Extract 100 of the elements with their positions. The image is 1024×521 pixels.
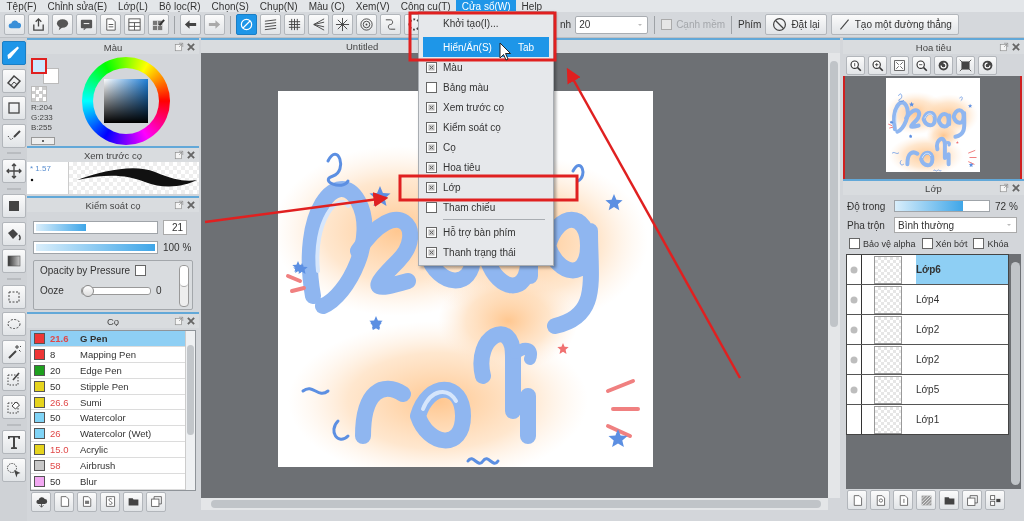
brush-size-slider[interactable] [33, 221, 158, 234]
tool-button[interactable] [1, 41, 26, 65]
snap-mode-button[interactable] [284, 14, 305, 35]
brush-row[interactable]: 20 Edge Pen [31, 362, 185, 379]
menu-item[interactable]: Kiểm soát cọ [419, 117, 553, 137]
scrollbar[interactable] [185, 331, 195, 490]
close-icon[interactable] [186, 150, 196, 160]
menu-item[interactable]: Chọn(S) [206, 0, 255, 12]
layer-row[interactable]: Lớp1 [847, 405, 1008, 434]
reset-button[interactable]: Đặt lại [765, 14, 827, 35]
brush-row[interactable]: 58 Airbrush [31, 458, 185, 474]
tool-button[interactable] [1, 158, 26, 183]
float-window-icon[interactable] [999, 183, 1009, 193]
snap-mode-button[interactable] [356, 14, 377, 35]
checkbox[interactable] [425, 121, 437, 133]
document-menu-button[interactable] [77, 491, 97, 512]
menu-item[interactable]: Màu (C) [303, 0, 351, 12]
close-icon[interactable] [1011, 183, 1021, 193]
close-icon[interactable] [186, 42, 196, 52]
cloud-download-button[interactable] [31, 491, 51, 512]
menu-item[interactable]: Chỉnh sửa(E) [42, 0, 113, 12]
visibility-dot-icon[interactable] [850, 355, 858, 364]
menu-item[interactable]: Lớp [419, 177, 553, 197]
layer-row[interactable]: Lớp4 [847, 285, 1008, 315]
checkbox[interactable] [425, 226, 437, 238]
zoom-out-button[interactable] [912, 55, 931, 75]
zoom-in-button[interactable] [868, 55, 887, 75]
checkbox[interactable] [425, 141, 437, 153]
tool-button[interactable] [1, 221, 26, 246]
zoom-reset-button[interactable] [846, 55, 865, 75]
checkbox[interactable] [425, 161, 437, 173]
slider-thumb[interactable] [82, 284, 94, 297]
snap-mode-button[interactable] [308, 14, 329, 35]
comment-button[interactable] [76, 14, 97, 35]
menu-item[interactable]: Chụp(N) [254, 0, 304, 12]
layer-row[interactable]: Lớp5 [847, 375, 1008, 405]
menu-item[interactable]: Tham chiếu [419, 197, 553, 217]
layer-opacity-slider[interactable] [894, 200, 990, 212]
tool-button[interactable] [1, 249, 26, 274]
brush-row[interactable]: 26 Watercolor (Wet) [31, 426, 185, 443]
snap-mode-button[interactable] [332, 14, 353, 35]
menu-item[interactable]: Màu [419, 57, 553, 77]
close-icon[interactable] [186, 316, 196, 326]
checkbox[interactable] [425, 246, 437, 258]
menu-item[interactable]: Tệp(F) [1, 0, 42, 12]
scrollbar[interactable] [179, 265, 189, 307]
tool-button[interactable] [1, 96, 26, 121]
menu-item[interactable]: Hỗ trợ bàn phím [419, 222, 553, 242]
checkbox[interactable] [425, 181, 437, 193]
transparent-swatch[interactable] [31, 86, 47, 102]
duplicate-button[interactable] [962, 490, 982, 510]
checkbox[interactable] [425, 101, 437, 113]
float-window-icon[interactable] [174, 316, 184, 326]
checkbox[interactable] [921, 238, 933, 249]
menu-item[interactable]: Khởi tạo(I)... [419, 12, 553, 34]
menu-item[interactable]: Xem(V) [350, 0, 396, 12]
fill-screen-button[interactable] [956, 55, 975, 75]
layer-row[interactable]: Lớp2 [847, 345, 1008, 375]
checkbox[interactable] [425, 201, 437, 213]
visibility-dot-icon[interactable] [850, 295, 858, 304]
float-window-icon[interactable] [174, 42, 184, 52]
checkbox[interactable] [973, 238, 985, 249]
tool-button[interactable] [1, 123, 26, 148]
saturation-square[interactable] [104, 79, 148, 123]
duplicate-button[interactable] [146, 491, 166, 512]
fit-screen-button[interactable] [890, 55, 909, 75]
close-icon[interactable] [1011, 42, 1021, 52]
visibility-dot-icon[interactable] [850, 325, 858, 334]
new-8bit-layer-button[interactable] [870, 490, 890, 510]
vertical-scrollbar[interactable] [828, 53, 840, 498]
layer-row[interactable]: Lớp2 [847, 315, 1008, 345]
snap-mode-button[interactable] [260, 14, 281, 35]
swap-colors-button[interactable] [31, 137, 55, 145]
visibility-dot-icon[interactable] [850, 385, 858, 394]
script-button[interactable] [100, 491, 120, 512]
merge-down-button[interactable] [985, 490, 1005, 510]
tool-button[interactable] [1, 457, 26, 482]
menu-item[interactable]: Cọ [419, 137, 553, 157]
share-button[interactable] [28, 14, 49, 35]
new-1bit-layer-button[interactable] [893, 490, 913, 510]
folder-button[interactable] [939, 490, 959, 510]
menu-item[interactable]: Hoa tiêu [419, 157, 553, 177]
tool-button[interactable] [1, 194, 26, 219]
visibility-dot-icon[interactable] [850, 265, 858, 274]
brush-row[interactable]: 50 Watercolor [31, 410, 185, 427]
brush-size-value[interactable]: 21 [163, 220, 187, 235]
menu-item[interactable]: Bảng màu [419, 77, 553, 97]
tool-button[interactable] [1, 430, 26, 455]
checkbox[interactable] [849, 238, 860, 249]
undo-button[interactable] [180, 14, 201, 35]
blend-mode-dropdown[interactable]: Bình thường [894, 217, 1017, 233]
cloud-button[interactable] [4, 14, 25, 35]
menu-item[interactable]: Lớp(L) [112, 0, 154, 12]
checkbox[interactable] [425, 81, 437, 93]
horizontal-scrollbar[interactable] [201, 498, 828, 510]
tool-button[interactable] [1, 68, 26, 93]
tool-button[interactable] [1, 339, 26, 364]
snap-mode-button[interactable] [236, 14, 257, 35]
new-layer-button[interactable] [847, 490, 867, 510]
brush-row[interactable]: 50 Blur [31, 474, 185, 490]
